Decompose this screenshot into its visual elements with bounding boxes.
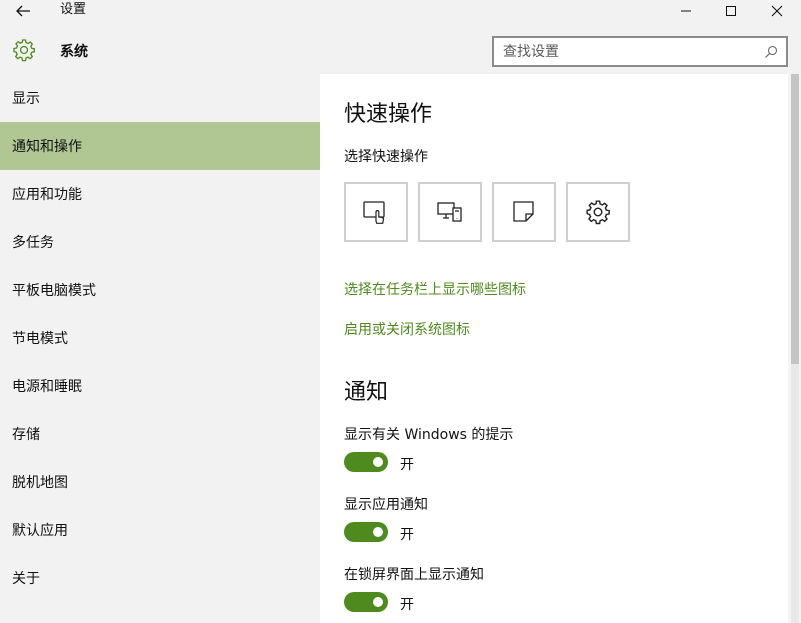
sidebar-item-offline-maps[interactable]: 脱机地图 [0, 458, 320, 506]
sidebar-item-storage[interactable]: 存储 [0, 410, 320, 458]
maximize-icon [726, 6, 736, 16]
gear-icon [13, 39, 35, 62]
header: 系统 [0, 22, 801, 74]
scrollbar[interactable] [788, 74, 801, 623]
toggle-knob [373, 527, 383, 537]
link-system-icons[interactable]: 启用或关闭系统图标 [344, 319, 470, 339]
page-title: 系统 [60, 44, 88, 60]
search-icon[interactable] [764, 45, 778, 59]
toggle-knob [373, 597, 383, 607]
sidebar-item-battery-saver[interactable]: 节电模式 [0, 314, 320, 362]
notifications-heading: 通知 [344, 380, 389, 405]
search-input[interactable] [503, 42, 753, 62]
minimize-button[interactable] [663, 0, 709, 22]
setting-label-app-notifications: 显示应用通知 [344, 497, 428, 513]
title-bar: 设置 [0, 0, 801, 22]
quick-action-tile-3[interactable] [492, 182, 556, 242]
window-title: 设置 [60, 2, 87, 17]
connect-icon [437, 202, 462, 222]
search-box[interactable] [492, 36, 788, 67]
quick-actions-heading: 快速操作 [344, 102, 433, 127]
link-taskbar-icons[interactable]: 选择在任务栏上显示哪些图标 [344, 279, 526, 299]
quick-actions-subtitle: 选择快速操作 [344, 149, 428, 165]
toggle-state-label: 开 [400, 457, 414, 473]
main-content: 快速操作 选择快速操作 选择在任务栏上显示哪些图标 启用或关闭系统图标 通知 显… [320, 74, 788, 623]
toggle-state-label: 开 [400, 527, 414, 543]
back-button[interactable] [8, 1, 38, 21]
sidebar-item-about[interactable]: 关于 [0, 554, 320, 602]
maximize-button[interactable] [708, 0, 754, 22]
sidebar-item-multitasking[interactable]: 多任务 [0, 218, 320, 266]
all-settings-icon [586, 200, 610, 225]
sidebar-item-tablet-mode[interactable]: 平板电脑模式 [0, 266, 320, 314]
close-button[interactable] [754, 0, 800, 22]
toggle-app-notifications[interactable] [344, 522, 388, 542]
quick-action-tile-1[interactable] [344, 182, 408, 242]
sidebar-item-default-apps[interactable]: 默认应用 [0, 506, 320, 554]
sidebar-item-power-sleep[interactable]: 电源和睡眠 [0, 362, 320, 410]
note-icon [513, 201, 534, 222]
back-arrow-icon [16, 5, 30, 17]
quick-action-tile-4[interactable] [566, 182, 630, 242]
scrollbar-thumb[interactable] [791, 74, 799, 364]
close-icon [771, 5, 783, 17]
sidebar-item-notifications-actions[interactable]: 通知和操作 [0, 122, 320, 170]
sidebar: 显示 通知和操作 应用和功能 多任务 平板电脑模式 节电模式 电源和睡眠 存储 … [0, 74, 320, 623]
toggle-state-label: 开 [400, 597, 414, 613]
tablet-mode-icon [363, 201, 385, 224]
toggle-knob [373, 457, 383, 467]
toggle-lock-screen-notifications[interactable] [344, 592, 388, 612]
setting-label-windows-tips: 显示有关 Windows 的提示 [344, 427, 514, 443]
sidebar-item-display[interactable]: 显示 [0, 74, 320, 122]
quick-action-tile-2[interactable] [418, 182, 482, 242]
setting-label-lock-screen-notifications: 在锁屏界面上显示通知 [344, 567, 484, 583]
toggle-windows-tips[interactable] [344, 452, 388, 472]
sidebar-item-apps-features[interactable]: 应用和功能 [0, 170, 320, 218]
minimize-icon [681, 10, 691, 12]
scrollbar-track[interactable] [791, 364, 799, 623]
